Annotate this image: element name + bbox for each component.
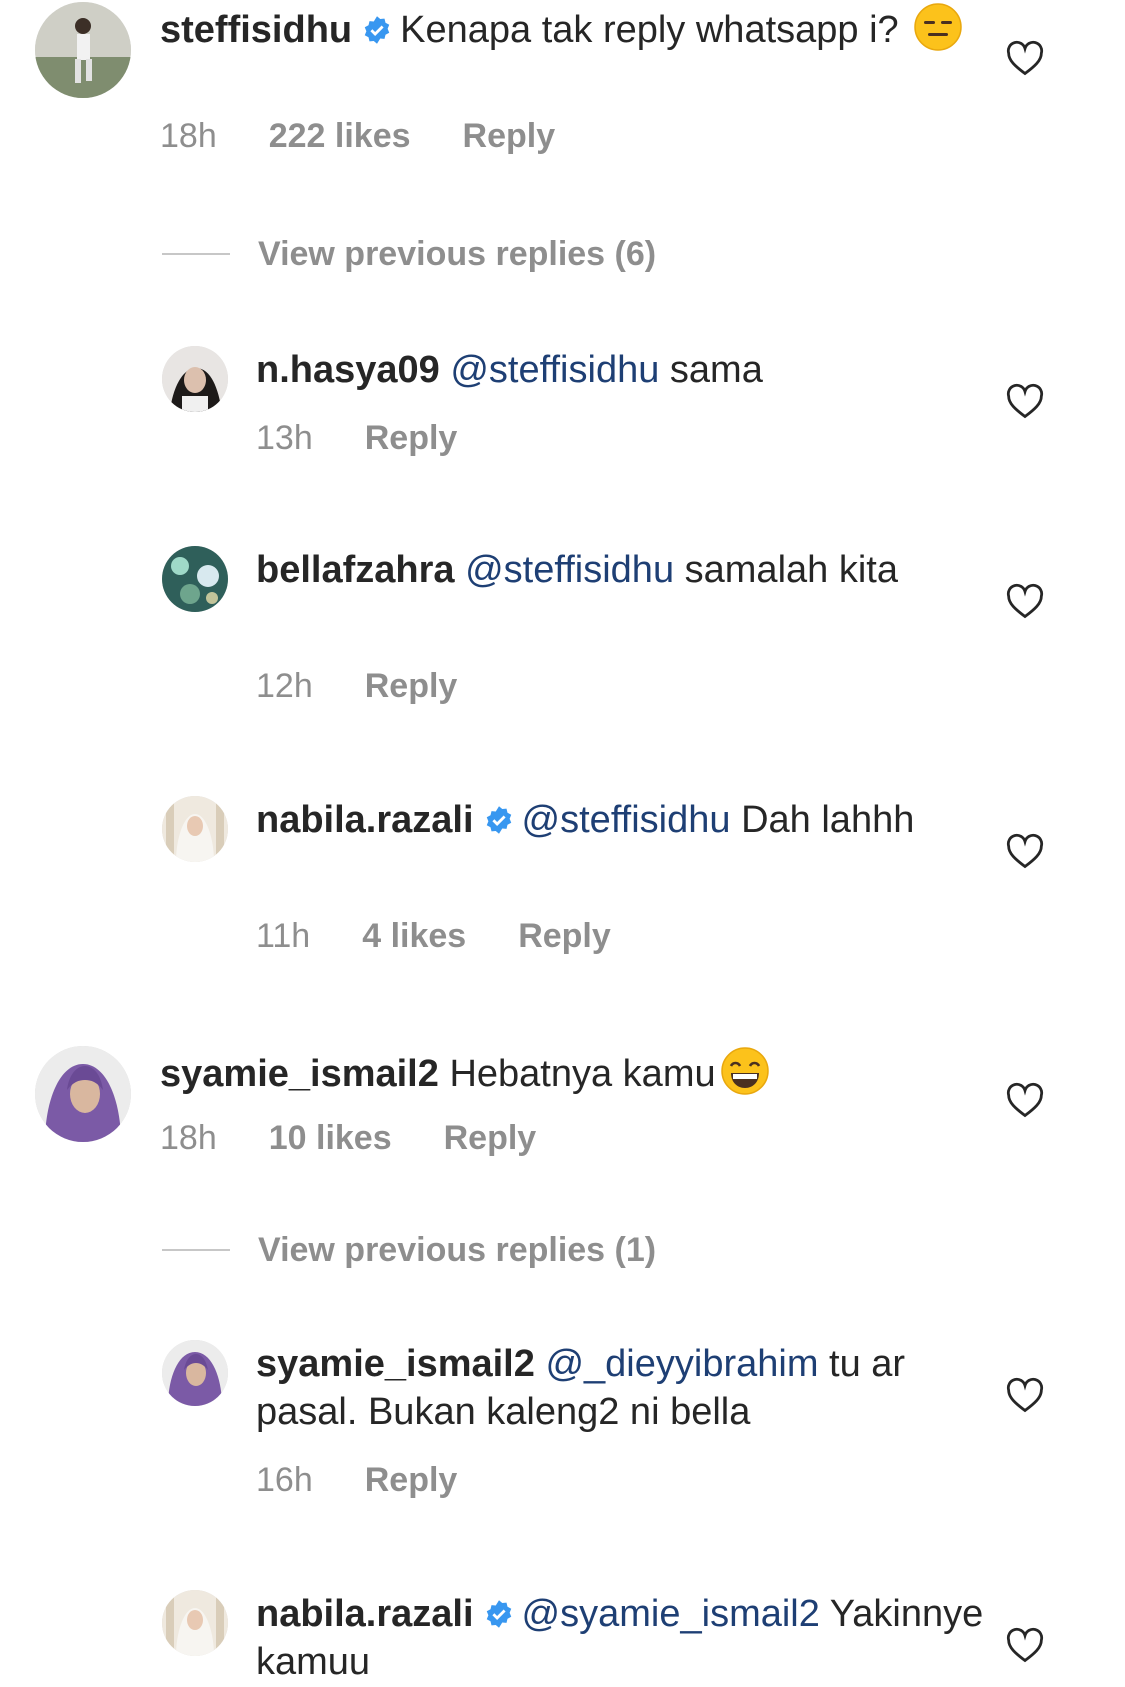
comment-body: nabila.razali @syamie_ismail2 Yakinnye ka… <box>256 1590 1015 1686</box>
username[interactable]: nabila.razali <box>256 1593 474 1635</box>
likes-count[interactable]: 4 likes <box>362 917 466 955</box>
avatar[interactable] <box>162 796 228 862</box>
comment-text: nabila.razali @syamie_ismail2 Yakinnye ka… <box>256 1590 1015 1686</box>
reply-button[interactable]: Reply <box>365 419 458 457</box>
heart-icon[interactable] <box>1005 40 1045 76</box>
timestamp: 11h <box>256 917 311 955</box>
heart-icon[interactable] <box>1005 1082 1045 1118</box>
expressionless-face-icon <box>914 3 962 51</box>
grinning-face-icon <box>720 1047 769 1095</box>
mention-link[interactable]: @steffisidhu <box>450 349 659 391</box>
verified-badge-icon <box>486 1600 511 1628</box>
heart-icon[interactable] <box>1005 1377 1045 1413</box>
comment-meta: 16h Reply <box>256 1460 509 1500</box>
mention-link[interactable]: @syamie_ismail2 <box>522 1593 820 1635</box>
timestamp: 16h <box>256 1461 313 1499</box>
mention-link[interactable]: @_dieyyibrahim <box>545 1343 818 1385</box>
reply-button[interactable]: Reply <box>365 667 458 705</box>
comment-body: syamie_ismail2 Hebatnya kamu <box>160 1046 1015 1098</box>
heart-icon[interactable] <box>1005 383 1045 419</box>
comment-message: samalah kita <box>684 549 898 591</box>
comment-meta: 11h 4 likes Reply <box>256 916 663 956</box>
comment-body: syamie_ismail2 @_dieyyibrahim tu ar pasa… <box>256 1340 1015 1436</box>
view-replies-label: View previous replies (6) <box>258 235 657 273</box>
comment-text: n.hasya09 @steffisidhu sama <box>256 346 1015 394</box>
comment-text: steffisidhu Kenapa tak reply whatsapp i? <box>160 2 1015 54</box>
username[interactable]: n.hasya09 <box>256 349 440 391</box>
comment-meta: 13h Reply <box>256 418 509 458</box>
comments-thread: steffisidhu Kenapa tak reply whatsapp i? … <box>0 0 1125 1687</box>
comment-message: Dah lahhh <box>741 799 915 841</box>
reply-button[interactable]: Reply <box>518 917 611 955</box>
mention-link[interactable]: @steffisidhu <box>522 799 731 841</box>
comment-text: bellafzahra @steffisidhu samalah kita <box>256 546 1015 594</box>
reply-button[interactable]: Reply <box>463 117 556 155</box>
divider-line <box>162 253 230 255</box>
username[interactable]: bellafzahra <box>256 549 455 591</box>
likes-count[interactable]: 10 likes <box>269 1119 392 1157</box>
comment-body: nabila.razali @steffisidhu Dah lahhh <box>256 796 1015 844</box>
verified-badge-icon <box>364 16 390 44</box>
timestamp: 12h <box>256 667 313 705</box>
reply-button[interactable]: Reply <box>365 1461 458 1499</box>
username[interactable]: syamie_ismail2 <box>256 1343 535 1385</box>
comment-text: nabila.razali @steffisidhu Dah lahhh <box>256 796 1015 844</box>
comment-message: sama <box>669 349 763 391</box>
comment-body: steffisidhu Kenapa tak reply whatsapp i? <box>160 2 1015 54</box>
avatar[interactable] <box>162 546 228 612</box>
heart-icon[interactable] <box>1005 583 1045 619</box>
comment-meta: 18h 222 likes Reply <box>160 116 607 156</box>
timestamp: 13h <box>256 419 313 457</box>
mention-link[interactable]: @steffisidhu <box>465 549 674 591</box>
avatar[interactable] <box>35 1046 131 1142</box>
comment-meta: 18h 10 likes Reply <box>160 1118 588 1158</box>
username[interactable]: syamie_ismail2 <box>160 1053 439 1095</box>
avatar[interactable] <box>162 346 228 412</box>
avatar[interactable] <box>35 2 131 98</box>
username[interactable]: nabila.razali <box>256 799 474 841</box>
username[interactable]: steffisidhu <box>160 9 352 51</box>
heart-icon[interactable] <box>1005 1627 1045 1663</box>
heart-icon[interactable] <box>1005 833 1045 869</box>
reply-button[interactable]: Reply <box>444 1119 537 1157</box>
comment-body: n.hasya09 @steffisidhu sama <box>256 346 1015 394</box>
likes-count[interactable]: 222 likes <box>269 117 411 155</box>
comment-text: syamie_ismail2 Hebatnya kamu <box>160 1046 1015 1098</box>
comment-text: syamie_ismail2 @_dieyyibrahim tu ar pasa… <box>256 1340 1015 1436</box>
view-previous-replies-button[interactable]: View previous replies (1) <box>162 1230 656 1270</box>
divider-line <box>162 1249 230 1251</box>
view-replies-label: View previous replies (1) <box>258 1231 657 1269</box>
timestamp: 18h <box>160 1119 217 1157</box>
view-previous-replies-button[interactable]: View previous replies (6) <box>162 234 656 274</box>
avatar[interactable] <box>162 1590 228 1656</box>
comment-meta: 12h Reply <box>256 666 509 706</box>
timestamp: 18h <box>160 117 217 155</box>
comment-message: Kenapa tak reply whatsapp i? <box>400 9 899 51</box>
comment-body: bellafzahra @steffisidhu samalah kita <box>256 546 1015 594</box>
comment-message: Hebatnya kamu <box>449 1053 716 1095</box>
avatar[interactable] <box>162 1340 228 1406</box>
verified-badge-icon <box>486 806 511 834</box>
